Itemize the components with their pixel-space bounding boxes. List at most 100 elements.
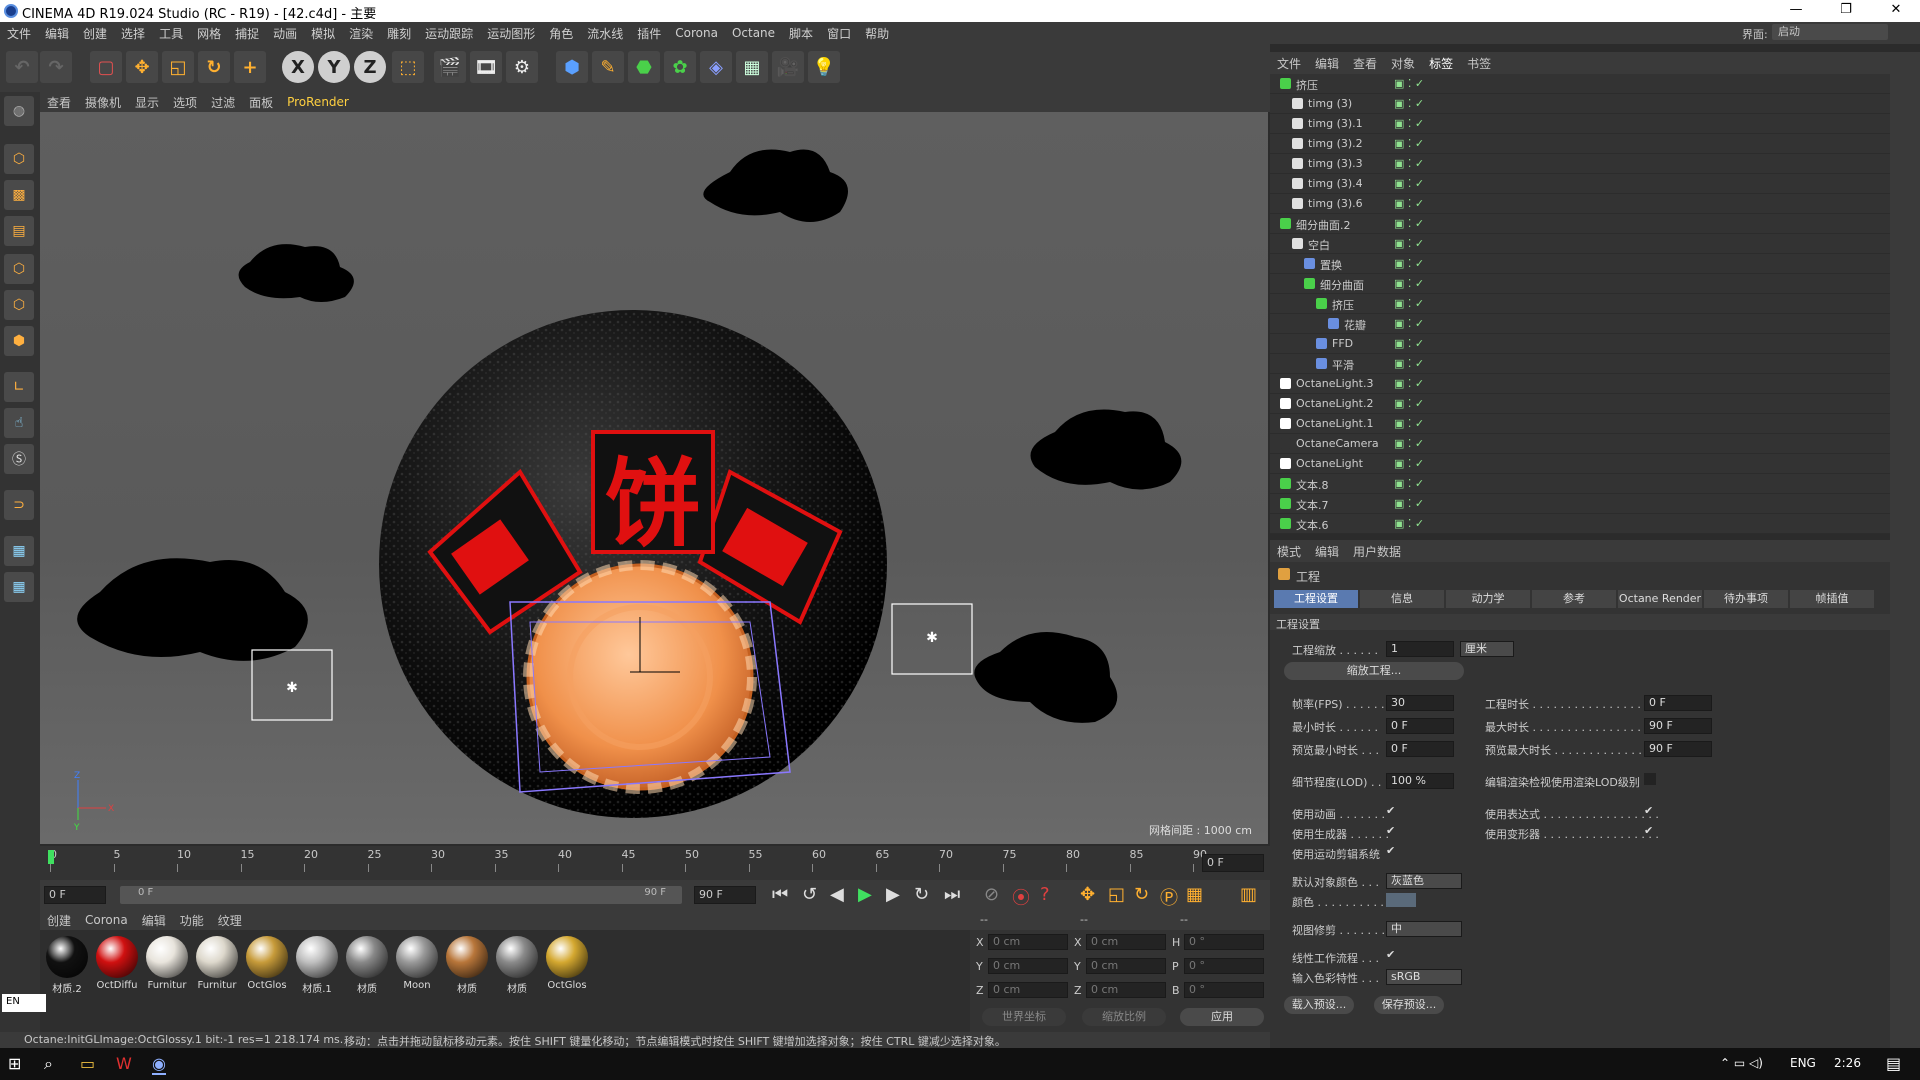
light-icon[interactable]: 💡: [808, 51, 840, 83]
render-settings-icon[interactable]: ⚙: [506, 51, 538, 83]
material-swatch[interactable]: 材质.2: [44, 936, 90, 996]
load-preset-button[interactable]: 载入预设...: [1284, 996, 1354, 1014]
object-flags[interactable]: ▣ ⁚ ✓: [1394, 417, 1424, 430]
object-flags[interactable]: ▣ ⁚ ✓: [1394, 77, 1424, 90]
menu-item[interactable]: 脚本: [782, 25, 820, 42]
coord-field[interactable]: 0 °: [1184, 958, 1264, 974]
attr-tab[interactable]: 工程设置: [1274, 590, 1358, 608]
coord-field[interactable]: 0 °: [1184, 982, 1264, 998]
object-row[interactable]: 花瓣 ▣ ⁚ ✓: [1270, 314, 1890, 334]
coord-field[interactable]: 0 °: [1184, 934, 1264, 950]
end-frame-field[interactable]: 90 F: [694, 886, 756, 904]
object-flags[interactable]: ▣ ⁚ ✓: [1394, 177, 1424, 190]
viewport-menu-item[interactable]: 面板: [242, 94, 280, 111]
model-mode-icon[interactable]: ⬡: [4, 144, 34, 174]
rotate-tool-icon[interactable]: ↻: [198, 51, 230, 83]
maximize-button[interactable]: ❐: [1826, 2, 1866, 17]
object-row[interactable]: 平滑 ▣ ⁚ ✓: [1270, 354, 1890, 374]
edges-mode-icon[interactable]: ⬡: [4, 290, 34, 320]
camera-icon[interactable]: 🎥: [772, 51, 804, 83]
close-button[interactable]: ✕: [1876, 2, 1916, 17]
next-frame-icon[interactable]: ▶: [886, 884, 900, 905]
preview-min-field[interactable]: 0 F: [1386, 741, 1454, 757]
menu-item[interactable]: Octane: [725, 26, 782, 40]
material-menu-item[interactable]: 编辑: [135, 912, 173, 929]
use-deformers-checkbox[interactable]: ✔: [1644, 825, 1656, 837]
object-row[interactable]: OctaneLight.1 ▣ ⁚ ✓: [1270, 414, 1890, 434]
attr-tab[interactable]: Octane Render: [1618, 590, 1702, 608]
texture-mode-icon[interactable]: ▩: [4, 180, 34, 210]
key-rotate-icon[interactable]: ↻: [1134, 884, 1149, 905]
object-flags[interactable]: ▣ ⁚ ✓: [1394, 497, 1424, 510]
material-swatch[interactable]: 材质: [444, 936, 490, 996]
input-color-select[interactable]: sRGB: [1386, 969, 1462, 985]
linear-workflow-checkbox[interactable]: ✔: [1386, 949, 1398, 961]
start-frame-field[interactable]: 0 F: [44, 886, 106, 904]
material-swatch[interactable]: OctGlos: [544, 936, 590, 996]
wps-icon[interactable]: W: [116, 1054, 132, 1073]
object-flags[interactable]: ▣ ⁚ ✓: [1394, 437, 1424, 450]
fps-field[interactable]: 30: [1386, 695, 1454, 711]
menu-item[interactable]: 网格: [190, 25, 228, 42]
attr-tab[interactable]: 参考: [1532, 590, 1616, 608]
key-move-icon[interactable]: ✥: [1080, 884, 1095, 905]
cube-icon[interactable]: ⬢: [556, 51, 588, 83]
render-view-icon[interactable]: 🎬: [434, 51, 466, 83]
material-swatch[interactable]: 材质: [344, 936, 390, 996]
file-explorer-icon[interactable]: ▭: [80, 1054, 95, 1073]
menu-item[interactable]: 角色: [542, 25, 580, 42]
object-menu-item[interactable]: 文件: [1270, 55, 1308, 72]
scale-mode-select[interactable]: 缩放比例: [1082, 1008, 1166, 1026]
pen-icon[interactable]: ✎: [592, 51, 624, 83]
menu-item[interactable]: 文件: [0, 25, 38, 42]
object-flags[interactable]: ▣ ⁚ ✓: [1394, 397, 1424, 410]
render-lod-checkbox[interactable]: [1644, 773, 1656, 785]
object-row[interactable]: 挤压 ▣ ⁚ ✓: [1270, 294, 1890, 314]
duration-field[interactable]: 0 F: [1644, 695, 1712, 711]
menu-item[interactable]: 工具: [152, 25, 190, 42]
autokey-icon[interactable]: ?: [1040, 884, 1050, 905]
motion-system-checkbox[interactable]: ✔: [1386, 845, 1398, 857]
use-expressions-checkbox[interactable]: ✔: [1644, 805, 1656, 817]
object-flags[interactable]: ▣ ⁚ ✓: [1394, 317, 1424, 330]
coord-field[interactable]: 0 cm: [1086, 958, 1166, 974]
use-animation-checkbox[interactable]: ✔: [1386, 805, 1398, 817]
current-frame-field[interactable]: 0 F: [1202, 854, 1264, 872]
lod-field[interactable]: 100 %: [1386, 773, 1454, 789]
object-row[interactable]: timg (3).4 ▣ ⁚ ✓: [1270, 174, 1890, 194]
scale-project-button[interactable]: 缩放工程...: [1284, 662, 1464, 680]
object-row[interactable]: timg (3).2 ▣ ⁚ ✓: [1270, 134, 1890, 154]
render-picture-viewer-icon[interactable]: 🎞: [470, 51, 502, 83]
object-menu-item[interactable]: 书签: [1460, 55, 1498, 72]
viewport-menu-item[interactable]: 查看: [40, 94, 78, 111]
menu-item[interactable]: 帮助: [858, 25, 896, 42]
prev-frame-icon[interactable]: ◀: [830, 884, 844, 905]
material-menu-item[interactable]: 创建: [40, 912, 78, 929]
minimize-button[interactable]: —: [1776, 2, 1816, 17]
menu-item[interactable]: 渲染: [342, 25, 380, 42]
object-menu-item[interactable]: 查看: [1346, 55, 1384, 72]
goto-start-icon[interactable]: ⏮: [772, 884, 788, 905]
object-row[interactable]: timg (3).1 ▣ ⁚ ✓: [1270, 114, 1890, 134]
object-row[interactable]: timg (3).6 ▣ ⁚ ✓: [1270, 194, 1890, 214]
menu-item[interactable]: 选择: [114, 25, 152, 42]
attr-menu-item[interactable]: 模式: [1270, 543, 1308, 560]
deformer-icon[interactable]: ◈: [700, 51, 732, 83]
coord-field[interactable]: 0 cm: [988, 982, 1068, 998]
min-time-field[interactable]: 0 F: [1386, 718, 1454, 734]
redo-icon[interactable]: ↷: [40, 51, 72, 83]
object-flags[interactable]: ▣ ⁚ ✓: [1394, 357, 1424, 370]
object-row[interactable]: OctaneLight ▣ ⁚ ✓: [1270, 454, 1890, 474]
tray-icons[interactable]: ⌃ ▭ ◁): [1720, 1056, 1763, 1070]
viewport-menu-item[interactable]: 过滤: [204, 94, 242, 111]
menu-item[interactable]: 窗口: [820, 25, 858, 42]
material-swatch[interactable]: OctGlos: [244, 936, 290, 996]
object-row[interactable]: 文本.7 ▣ ⁚ ✓: [1270, 494, 1890, 514]
object-row[interactable]: timg (3) ▣ ⁚ ✓: [1270, 94, 1890, 114]
material-swatch[interactable]: 材质: [494, 936, 540, 996]
keyframe-icon[interactable]: ⊘: [984, 884, 999, 905]
object-flags[interactable]: ▣ ⁚ ✓: [1394, 277, 1424, 290]
select-tool-icon[interactable]: ▢: [90, 51, 122, 83]
material-swatch[interactable]: Moon: [394, 936, 440, 996]
cinema4d-taskbar-icon[interactable]: ◉: [152, 1054, 166, 1075]
